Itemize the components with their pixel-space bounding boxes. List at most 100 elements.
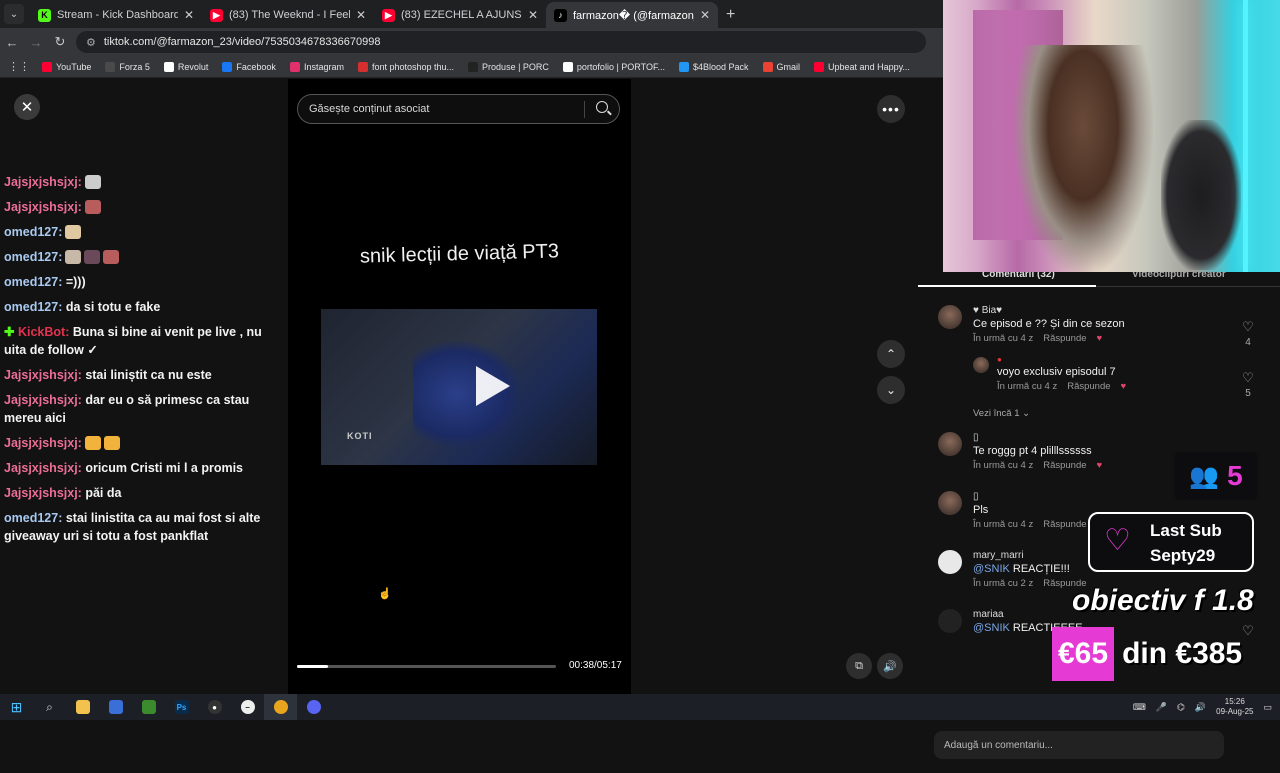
- minecraft-icon[interactable]: [132, 694, 165, 720]
- chat-username[interactable]: omed127:: [4, 511, 62, 525]
- forward-icon[interactable]: →: [24, 35, 48, 50]
- close-tab-icon[interactable]: ✕: [184, 8, 194, 22]
- reload-icon[interactable]: ↻: [48, 34, 72, 50]
- url-text: tiktok.com/@farmazon_23/video/7535034678…: [103, 36, 381, 48]
- previous-video-button[interactable]: ⌃: [877, 340, 905, 368]
- reply-button[interactable]: Răspunde: [1043, 333, 1086, 344]
- close-tab-icon[interactable]: ✕: [700, 8, 710, 22]
- comment-author[interactable]: ▯: [973, 491, 1097, 502]
- volume-icon[interactable]: 🔊: [877, 653, 903, 679]
- close-tab-icon[interactable]: ✕: [356, 8, 366, 22]
- bookmark-item[interactable]: YouTube: [42, 61, 91, 72]
- chat-username[interactable]: Jajsjxjshsjxj:: [4, 486, 82, 500]
- chat-text: stai liniștit ca nu este: [85, 367, 212, 382]
- related-search-input[interactable]: Găsește conținut asociat: [297, 94, 620, 124]
- chat-username[interactable]: omed127:: [4, 250, 62, 264]
- site-info-icon[interactable]: ⚙: [86, 36, 96, 49]
- comment-author[interactable]: ▯: [973, 432, 1112, 443]
- comment-text: Ce episod e ?? Și din ce sezon: [973, 318, 1125, 330]
- volume-tray-icon[interactable]: 🔊: [1195, 702, 1206, 713]
- bookmark-item[interactable]: Instagram: [289, 61, 344, 72]
- bookmark-item[interactable]: Forza 5: [105, 61, 150, 72]
- reply-button[interactable]: Răspunde: [1043, 460, 1086, 471]
- bookmark-item[interactable]: Facebook: [222, 61, 276, 72]
- bookmark-favicon-icon: [814, 61, 825, 72]
- windows-taskbar: ⊞ ⌕ Ps ● − ⌨ 🎤 ⌬ 🔊 15:26 09-Aug-25 ▭: [0, 694, 1280, 720]
- discord-icon[interactable]: [297, 694, 330, 720]
- bookmark-item[interactable]: Upbeat and Happy...: [814, 61, 910, 72]
- emote-icon: [65, 225, 82, 240]
- comment-mention[interactable]: @SNIK: [973, 563, 1010, 575]
- avatar[interactable]: [938, 609, 962, 633]
- avatar[interactable]: [938, 491, 962, 515]
- next-video-button[interactable]: ⌄: [877, 376, 905, 404]
- chat-username[interactable]: Jajsjxjshsjxj:: [4, 436, 82, 450]
- apps-grid-icon[interactable]: ⋮⋮: [8, 60, 30, 73]
- chat-username[interactable]: KickBot:: [18, 325, 69, 339]
- bookmark-item[interactable]: $4Blood Pack: [678, 61, 749, 72]
- chrome-icon[interactable]: [264, 694, 297, 720]
- play-icon[interactable]: [476, 366, 510, 406]
- pip-icon[interactable]: ⧉: [846, 653, 872, 679]
- chat-username[interactable]: Jajsjxjshsjxj:: [4, 200, 82, 214]
- bookmark-item[interactable]: Produse | PORC: [468, 61, 549, 72]
- chat-username[interactable]: omed127:: [4, 275, 62, 289]
- reply-button[interactable]: Răspunde: [1067, 381, 1110, 392]
- comment-author[interactable]: mariaa: [973, 609, 1083, 620]
- browser-tab[interactable]: ▶ (83) The Weeknd - I Feel It Com ✕: [202, 2, 374, 28]
- keyboard-icon[interactable]: ⌨: [1133, 702, 1146, 713]
- chat-username[interactable]: omed127:: [4, 225, 62, 239]
- like-button[interactable]: ♡ 4: [1238, 319, 1258, 348]
- browser-tab[interactable]: ♪ farmazon� (@farmazon_23) | T ✕: [546, 2, 718, 28]
- add-comment-input[interactable]: Adaugă un comentariu...: [934, 731, 1224, 759]
- comment-mention[interactable]: @SNIK: [973, 622, 1010, 634]
- chat-username[interactable]: Jajsjxjshsjxj:: [4, 368, 82, 382]
- mic-icon[interactable]: 🎤: [1156, 702, 1167, 713]
- bookmark-item[interactable]: font photoshop thu...: [357, 61, 454, 72]
- bookmark-label: Revolut: [177, 61, 209, 72]
- avatar[interactable]: [938, 305, 962, 329]
- url-field[interactable]: ⚙ tiktok.com/@farmazon_23/video/75350346…: [76, 31, 926, 53]
- search-icon[interactable]: [596, 101, 608, 113]
- webcam-chair: [1161, 120, 1241, 270]
- like-button[interactable]: ♡ 5: [1238, 370, 1258, 399]
- video-progress-bar[interactable]: [297, 665, 556, 668]
- avatar[interactable]: [938, 550, 962, 574]
- bookmark-favicon-icon: [222, 61, 233, 72]
- more-options-button[interactable]: •••: [877, 95, 905, 123]
- app-icon[interactable]: −: [231, 694, 264, 720]
- reply-button[interactable]: Răspunde: [1043, 519, 1086, 530]
- video-thumbnail[interactable]: KOTI: [321, 309, 597, 465]
- browser-tab[interactable]: K Stream - Kick Dashboard ✕: [30, 2, 202, 28]
- bookmarks-bar: ⋮⋮ YouTube Forza 5 Revolut Facebook Instagra…: [0, 56, 943, 78]
- notifications-icon[interactable]: ▭: [1263, 702, 1272, 713]
- network-icon[interactable]: ⌬: [1177, 702, 1185, 713]
- avatar[interactable]: [938, 432, 962, 456]
- system-clock[interactable]: 15:26 09-Aug-25: [1216, 697, 1253, 717]
- view-more-replies[interactable]: Vezi încă 1 ⌄: [973, 407, 1030, 419]
- comment-author[interactable]: mary_marri: [973, 550, 1097, 561]
- photoshop-icon[interactable]: Ps: [165, 694, 198, 720]
- avatar[interactable]: [973, 357, 989, 373]
- file-explorer-icon[interactable]: [66, 694, 99, 720]
- chat-username[interactable]: Jajsjxjshsjxj:: [4, 393, 82, 407]
- back-icon[interactable]: ←: [0, 35, 24, 50]
- comment-time: În urmă cu 4 z: [973, 519, 1034, 530]
- chat-username[interactable]: omed127:: [4, 300, 62, 314]
- chat-username[interactable]: Jajsjxjshsjxj:: [4, 175, 82, 189]
- close-tab-icon[interactable]: ✕: [528, 8, 538, 22]
- browser-tab[interactable]: ▶ (83) EZECHEL A AJUNS RAU DE ✕: [374, 2, 546, 28]
- store-icon[interactable]: [99, 694, 132, 720]
- start-icon[interactable]: ⊞: [0, 694, 33, 720]
- chat-username[interactable]: Jajsjxjshsjxj:: [4, 461, 82, 475]
- view-more-label: Vezi încă 1 ⌄: [973, 408, 1031, 419]
- new-tab-button[interactable]: +: [726, 6, 735, 24]
- comment-author[interactable]: ♥ Bia♥: [973, 305, 1125, 316]
- close-video-button[interactable]: ✕: [14, 94, 40, 120]
- bookmark-item[interactable]: portofolio | PORTOF...: [562, 61, 665, 72]
- tab-search-button[interactable]: ⌄: [4, 4, 24, 24]
- bookmark-item[interactable]: Revolut: [163, 61, 209, 72]
- obs-icon[interactable]: ●: [198, 694, 231, 720]
- search-icon[interactable]: ⌕: [33, 694, 66, 720]
- bookmark-item[interactable]: Gmail: [762, 61, 800, 72]
